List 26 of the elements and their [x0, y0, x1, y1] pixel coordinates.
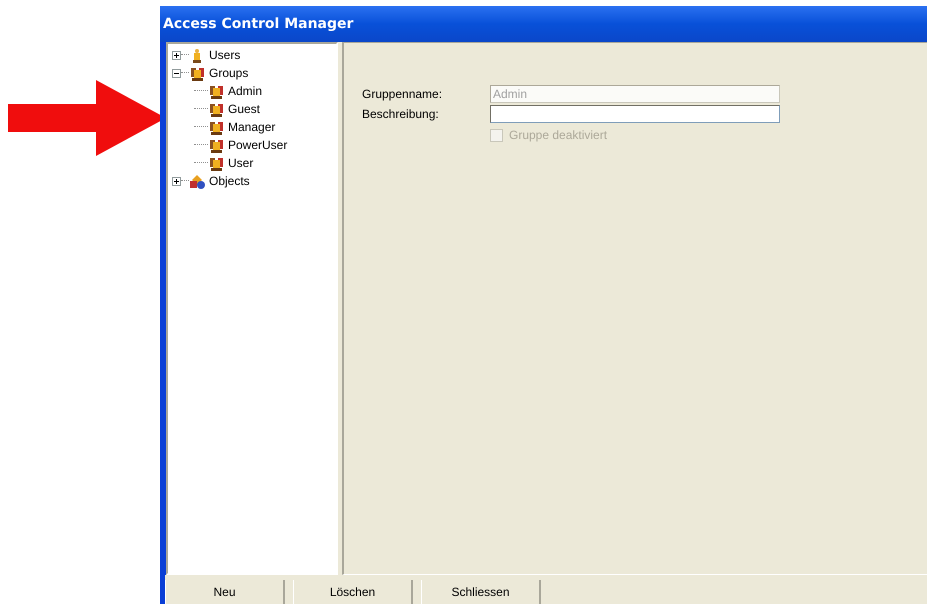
text-field[interactable] [490, 105, 780, 123]
tree-item[interactable]: User [228, 156, 254, 170]
tree-item[interactable]: Users [209, 48, 240, 62]
tree-item[interactable]: Manager [228, 120, 276, 134]
window-title: Access Control Manager [163, 16, 354, 32]
checkbox-label: Gruppe deaktiviert [509, 128, 608, 142]
expand-icon[interactable] [172, 176, 181, 186]
group-icon [189, 65, 205, 81]
action-button[interactable]: Neu [165, 580, 285, 604]
field-label: Beschreibung: [362, 107, 440, 121]
group-icon [208, 137, 224, 153]
tree-item[interactable]: PowerUser [228, 138, 288, 152]
tree-item[interactable]: Objects [209, 174, 250, 188]
tree-item[interactable]: Admin [228, 84, 262, 98]
group-icon [208, 155, 224, 171]
action-button[interactable]: Schliessen [421, 580, 541, 604]
tree-item[interactable]: Groups [209, 66, 248, 80]
group-icon [208, 119, 224, 135]
group-icon [208, 83, 224, 99]
tree-item[interactable]: Guest [228, 102, 260, 116]
action-button[interactable]: Löschen [293, 580, 413, 604]
field-label: Gruppenname: [362, 87, 444, 101]
collapse-icon[interactable] [172, 68, 181, 78]
shapes-icon [189, 173, 205, 189]
group-icon [208, 101, 224, 117]
expand-icon[interactable] [172, 50, 181, 60]
